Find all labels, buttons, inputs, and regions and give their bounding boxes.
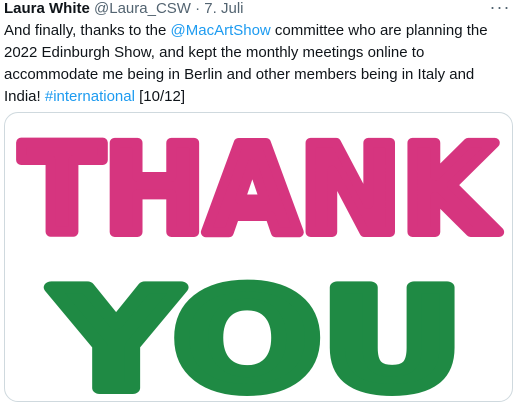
tweet-text-part: And finally, thanks to the [4,22,171,39]
tweet-text: And finally, thanks to the @MacArtShow c… [4,20,509,108]
mention-link[interactable]: @MacArtShow [171,22,271,39]
hashtag-link[interactable]: #international [45,88,135,105]
author-name[interactable]: Laura White [4,0,90,17]
tweet: Laura White @Laura_CSW · 7. Juli ··· And… [0,0,517,403]
tweet-text-part: [10/12] [134,88,185,105]
header-separator: · [195,0,201,17]
more-options-icon[interactable]: ··· [489,0,511,16]
thank-you-graphic: THANK YOU [16,114,505,401]
tweet-date[interactable]: 7. Juli [204,0,243,17]
tweet-header: Laura White @Laura_CSW · 7. Juli ··· [4,0,513,18]
author-handle[interactable]: @Laura_CSW [94,0,191,17]
tweet-image[interactable]: THANK YOU [4,112,513,402]
you-text: YOU [50,260,463,401]
thank-text: THANK [21,119,500,261]
